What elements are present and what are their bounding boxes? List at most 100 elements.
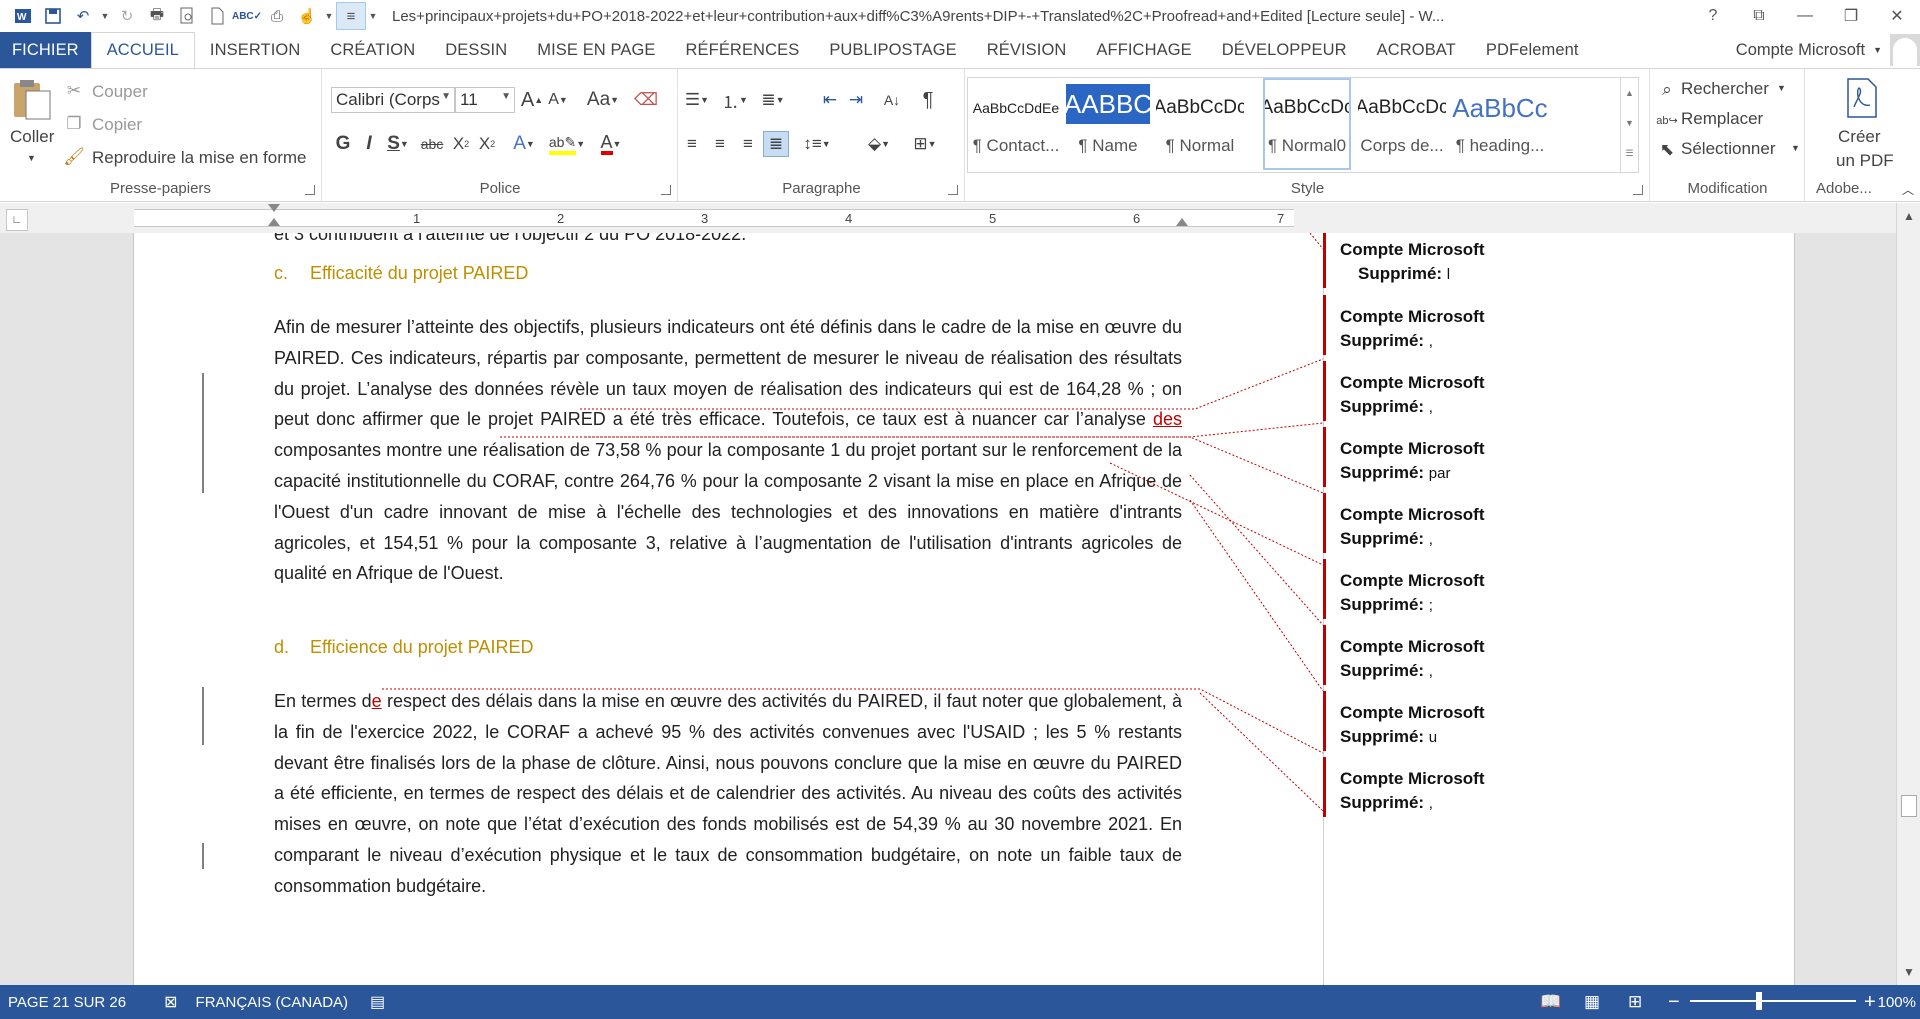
print-layout-icon[interactable]: ▦ [1584, 992, 1600, 1012]
style-heading[interactable]: AaBbCc ¶ heading... [1450, 80, 1550, 172]
revision-balloon[interactable]: Compte Microsoft Supprimé: l [1323, 233, 1523, 288]
font-name-combo[interactable]: Calibri (Corps ▼ [331, 87, 455, 113]
align-left-icon[interactable]: ≡ [679, 131, 705, 157]
find-button[interactable]: Rechercher [1681, 79, 1769, 99]
subscript-icon[interactable]: X2 [449, 131, 473, 157]
format-painter-icon[interactable]: 🖌 [63, 147, 85, 167]
touch-mode-icon[interactable]: ☝ [292, 2, 322, 30]
cut-button[interactable]: Couper [92, 82, 148, 102]
strikethrough-icon[interactable]: abc [417, 131, 447, 157]
style-body-text[interactable]: AaBbCcDc Corps de... [1358, 80, 1446, 172]
create-pdf-label-2[interactable]: un PDF [1836, 151, 1894, 171]
clipboard-launcher-icon[interactable] [305, 185, 315, 195]
chevron-down-icon[interactable]: ▼ [1791, 143, 1800, 153]
increase-indent-icon[interactable]: ⇥ [843, 87, 869, 113]
shading-icon[interactable]: ⬙ ▼ [859, 131, 899, 157]
text-effects-icon[interactable]: A ▼ [507, 131, 541, 157]
tab-pdfelement[interactable]: PDFelement [1471, 32, 1594, 68]
scroll-down-icon[interactable]: ▼ [1621, 108, 1638, 138]
highlight-color-icon[interactable]: ab✎ ▼ [547, 131, 587, 157]
paragraph-launcher-icon[interactable] [948, 185, 958, 195]
revision-balloon[interactable]: Compte Microsoft Supprimé: , [1323, 757, 1523, 817]
tab-insert[interactable]: INSERTION [195, 32, 315, 68]
vertical-scrollbar[interactable]: ▲ ▼ [1896, 203, 1920, 985]
revision-balloon[interactable]: Compte Microsoft Supprimé: , [1323, 493, 1523, 553]
language-indicator[interactable]: FRANÇAIS (CANADA) [196, 994, 349, 1011]
cursor-select-icon[interactable]: ⬉ [1657, 139, 1677, 161]
revision-balloon[interactable]: Compte Microsoft Supprimé: , [1323, 361, 1523, 421]
zoom-out-button[interactable]: − [1668, 991, 1680, 1014]
chevron-down-icon[interactable]: ▼ [1777, 83, 1786, 93]
undo-icon[interactable]: ↶ [68, 2, 98, 30]
bold-icon[interactable]: G [331, 131, 355, 157]
justify-icon[interactable]: ≣ [763, 131, 789, 157]
numbering-icon[interactable]: ⒈ ▼ [717, 87, 753, 113]
scroll-up-icon[interactable]: ▲ [1900, 207, 1918, 225]
tab-file[interactable]: FICHIER [0, 32, 91, 68]
paragraph-efficacite[interactable]: Afin de mesurer l’atteinte des objectifs… [274, 312, 1182, 589]
line-spacing-icon[interactable]: ↕≡ ▼ [797, 131, 837, 157]
read-mode-icon[interactable]: 📖 [1540, 992, 1561, 1012]
tab-developer[interactable]: DÉVELOPPEUR [1207, 32, 1362, 68]
hanging-indent-marker[interactable] [268, 218, 280, 226]
align-right-icon[interactable]: ≡ [735, 131, 761, 157]
align-center-icon[interactable]: ≡ [707, 131, 733, 157]
revision-balloon[interactable]: Compte Microsoft Supprimé: , [1323, 295, 1523, 355]
zoom-slider[interactable] [1690, 1000, 1856, 1002]
revision-balloon[interactable]: Compte Microsoft Supprimé: , [1323, 625, 1523, 685]
grow-font-icon[interactable]: A ▲ [519, 87, 545, 113]
tab-acrobat[interactable]: ACROBAT [1362, 32, 1471, 68]
print-icon[interactable]: 🖶 [142, 2, 172, 30]
scroll-down-icon[interactable]: ▼ [1900, 963, 1918, 981]
minimize-button[interactable]: — [1782, 0, 1828, 32]
paste-button-label[interactable]: Coller [10, 127, 54, 147]
tab-references[interactable]: RÉFÉRENCES [671, 32, 815, 68]
create-pdf-icon[interactable] [1842, 77, 1882, 119]
style-contact[interactable]: AaBbCcDdEe ¶ Contact... [972, 80, 1060, 172]
tab-selector-icon[interactable]: ∟ [6, 209, 28, 231]
underline-icon[interactable]: S ▼ [381, 131, 415, 157]
save-icon[interactable] [38, 2, 68, 30]
format-icon[interactable]: ≡ [336, 2, 366, 30]
copy-icon[interactable]: ❐ [64, 114, 84, 134]
spelling-icon[interactable]: ABC✓ [232, 2, 262, 30]
multilevel-list-icon[interactable]: ≣ ▼ [755, 87, 791, 113]
revision-balloon[interactable]: Compte Microsoft Supprimé: u [1323, 691, 1523, 751]
tab-view[interactable]: AFFICHAGE [1081, 32, 1206, 68]
web-layout-icon[interactable]: ⊞ [1628, 992, 1642, 1012]
customize-toolbar-icon[interactable]: ▼ [322, 2, 336, 30]
paragraph-efficience[interactable]: En termes de respect des délais dans la … [274, 686, 1182, 902]
proofing-icon[interactable]: ⊠ [164, 992, 177, 1012]
select-button[interactable]: Sélectionner [1681, 139, 1776, 159]
left-indent-marker[interactable] [268, 204, 280, 212]
zoom-level[interactable]: 100% [1876, 994, 1916, 1011]
more-styles-icon[interactable]: ☰ [1621, 138, 1638, 168]
binoculars-icon[interactable]: ⌕ [1657, 79, 1677, 101]
scrollbar-thumb[interactable] [1901, 795, 1917, 817]
redo-icon[interactable]: ↻ [112, 2, 142, 30]
zoom-in-button[interactable]: + [1864, 991, 1876, 1014]
undo-dropdown-icon[interactable]: ▼ [98, 2, 112, 30]
style-normal0[interactable]: AaBbCcDc ¶ Normal0 [1263, 78, 1351, 170]
tab-review[interactable]: RÉVISION [972, 32, 1082, 68]
macro-record-icon[interactable]: ▤ [370, 992, 385, 1012]
collapse-ribbon-icon[interactable]: ︿ [1902, 181, 1914, 198]
ribbon-display-options-icon[interactable]: ⧉ [1736, 0, 1782, 32]
shrink-font-icon[interactable]: A ▼ [545, 87, 571, 113]
italic-icon[interactable]: I [357, 131, 381, 157]
tab-mailings[interactable]: PUBLIPOSTAGE [814, 32, 971, 68]
revision-balloon[interactable]: Compte Microsoft Supprimé: par [1323, 427, 1523, 487]
style-name[interactable]: AABBC ¶ Name [1064, 80, 1152, 172]
scroll-up-icon[interactable]: ▲ [1621, 78, 1638, 108]
print-preview-icon[interactable] [172, 2, 202, 30]
revision-balloon[interactable]: Compte Microsoft Supprimé: ; [1323, 559, 1523, 619]
replace-button[interactable]: Remplacer [1681, 109, 1763, 129]
paste-dropdown-icon[interactable]: ▼ [27, 153, 36, 163]
styles-launcher-icon[interactable] [1633, 185, 1643, 195]
restore-button[interactable]: ❐ [1828, 0, 1874, 32]
new-document-icon[interactable] [202, 2, 232, 30]
replace-icon[interactable]: ab↪ [1656, 109, 1677, 131]
tab-design[interactable]: CRÉATION [315, 32, 430, 68]
tab-draw[interactable]: DESSIN [430, 32, 522, 68]
bullets-icon[interactable]: ☰ ▼ [679, 87, 715, 113]
